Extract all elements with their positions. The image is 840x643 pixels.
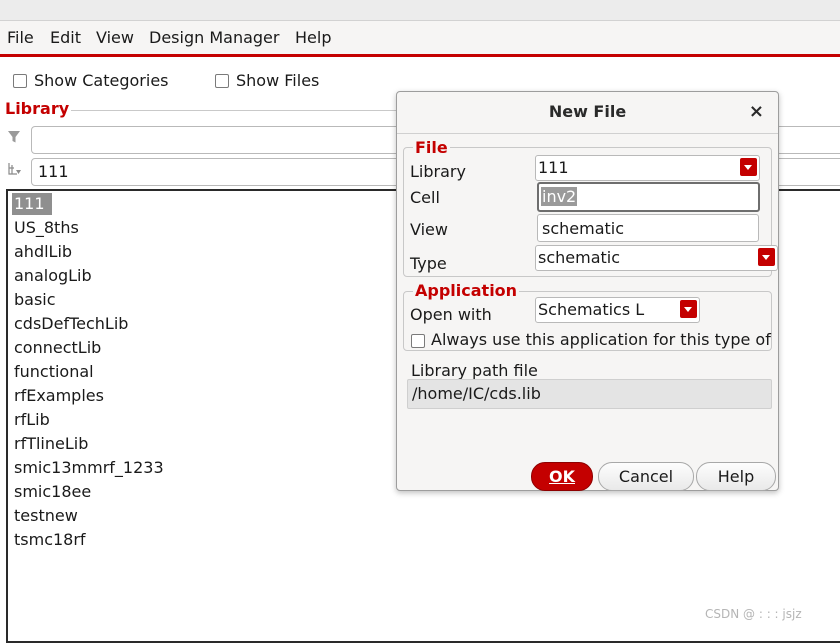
type-combo-value: schematic [538,248,621,267]
open-with-combo-value: Schematics L [538,300,645,319]
list-item[interactable]: functional [12,361,96,383]
list-item[interactable]: cdsDefTechLib [12,313,130,335]
menu-help[interactable]: Help [295,28,331,47]
library-divider [71,110,401,111]
type-combo[interactable]: schematic [535,245,778,271]
cancel-button[interactable]: Cancel [598,462,694,491]
show-files-label: Show Files [236,71,320,90]
list-item[interactable]: rfExamples [12,385,106,407]
library-combo-value: 111 [538,158,569,177]
file-group-title: File [413,138,450,157]
close-icon[interactable]: × [749,101,764,122]
list-item[interactable]: testnew [12,505,80,527]
show-files-checkbox[interactable] [215,74,229,88]
library-label: Library [410,162,466,181]
list-item[interactable]: ahdlLib [12,241,74,263]
menu-design-manager[interactable]: Design Manager [149,28,279,47]
library-combo[interactable]: 111 [535,155,760,181]
cell-input-value: inv2 [541,187,578,206]
chevron-down-icon[interactable] [740,158,757,176]
chevron-down-icon[interactable] [680,300,697,318]
view-label: View [410,220,448,239]
menu-file[interactable]: File [7,28,34,47]
list-item[interactable]: smic13mmrf_1233 [12,457,166,479]
dialog-title: New File [548,102,627,121]
open-with-combo[interactable]: Schematics L [535,297,700,323]
application-group-title: Application [413,281,520,300]
menu-view[interactable]: View [96,28,134,47]
list-item[interactable]: smic18ee [12,481,93,503]
list-item[interactable]: rfLib [12,409,52,431]
library-path-field: /home/IC/cds.lib [407,379,772,409]
library-path-label: Library path file [411,361,538,380]
open-with-label: Open with [410,305,492,324]
list-item[interactable]: analogLib [12,265,94,287]
show-categories-label: Show Categories [34,71,169,90]
view-input[interactable]: schematic [537,214,759,242]
list-item[interactable]: 111 [12,193,52,215]
menu-bar: File Edit View Design Manager Help [0,21,840,57]
window-titlebar [0,0,840,21]
chevron-down-icon[interactable] [758,248,775,266]
library-path-value: /home/IC/cds.lib [412,384,541,403]
cell-label: Cell [410,188,440,207]
view-input-value: schematic [542,219,625,238]
cell-input[interactable]: inv2 [537,182,760,212]
list-item[interactable]: US_8ths [12,217,81,239]
watermark: CSDN @ : : : jsjz [705,607,802,621]
list-item[interactable]: connectLib [12,337,103,359]
ok-button[interactable]: OK [531,462,593,491]
dialog-title-divider [397,133,778,134]
show-categories-checkbox[interactable] [13,74,27,88]
type-label: Type [410,254,447,273]
help-button[interactable]: Help [696,462,776,491]
list-item[interactable]: tsmc18rf [12,529,88,551]
funnel-icon [7,130,21,148]
list-item[interactable]: basic [12,289,58,311]
list-item[interactable]: rfTlineLib [12,433,90,455]
always-use-checkbox[interactable] [411,334,425,348]
menu-edit[interactable]: Edit [50,28,81,47]
tree-browse-icon [7,161,23,181]
new-file-dialog: New File × File Library 111 Cell inv2 Vi… [396,91,779,491]
library-heading: Library [5,99,70,118]
always-use-label: Always use this application for this typ… [431,330,776,349]
